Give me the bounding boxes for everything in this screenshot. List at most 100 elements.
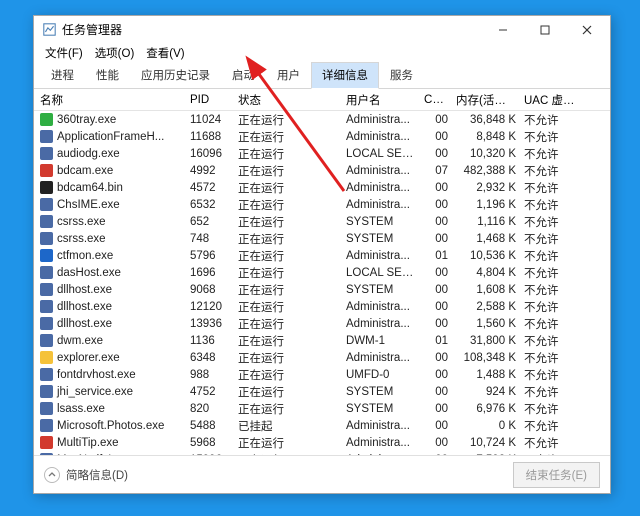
- column-cpu[interactable]: CPU: [422, 94, 454, 106]
- column-name[interactable]: 名称: [38, 92, 188, 108]
- table-row[interactable]: audiodg.exe16096正在运行LOCAL SER...0010,320…: [34, 145, 610, 162]
- menu-options[interactable]: 选项(O): [90, 44, 140, 62]
- process-name: csrss.exe: [57, 216, 106, 228]
- process-status: 正在运行: [236, 248, 344, 264]
- table-row[interactable]: fontdrvhost.exe988正在运行UMFD-0001,488 K不允许: [34, 366, 610, 383]
- process-memory: 0 K: [454, 420, 522, 432]
- chevron-up-icon: [44, 467, 60, 483]
- menubar: 文件(F) 选项(O) 查看(V): [34, 43, 610, 63]
- process-pid: 6532: [188, 199, 236, 211]
- process-pid: 5796: [188, 250, 236, 262]
- process-cpu: 00: [422, 114, 454, 126]
- process-cpu: 07: [422, 165, 454, 177]
- table-row[interactable]: csrss.exe748正在运行SYSTEM001,468 K不允许: [34, 230, 610, 247]
- task-manager-window: 任务管理器 文件(F) 选项(O) 查看(V) 进程 性能 应用历史记录 启动 …: [33, 15, 611, 494]
- process-icon: [40, 385, 53, 398]
- table-row[interactable]: MultiTip.exe5968正在运行Administra...0010,72…: [34, 434, 610, 451]
- table-row[interactable]: ctfmon.exe5796正在运行Administra...0110,536 …: [34, 247, 610, 264]
- table-row[interactable]: lsass.exe820正在运行SYSTEM006,976 K不允许: [34, 400, 610, 417]
- process-pid: 1136: [188, 335, 236, 347]
- table-row[interactable]: dwm.exe1136正在运行DWM-10131,800 K不允许: [34, 332, 610, 349]
- table-row[interactable]: ChsIME.exe6532正在运行Administra...001,196 K…: [34, 196, 610, 213]
- tab-processes[interactable]: 进程: [40, 62, 85, 89]
- process-status: 正在运行: [236, 299, 344, 315]
- menu-file[interactable]: 文件(F): [40, 44, 88, 62]
- process-icon: [40, 368, 53, 381]
- tab-users[interactable]: 用户: [266, 62, 311, 89]
- process-pid: 9068: [188, 284, 236, 296]
- process-icon: [40, 317, 53, 330]
- titlebar[interactable]: 任务管理器: [34, 16, 610, 43]
- table-row[interactable]: ApplicationFrameH...11688正在运行Administra.…: [34, 128, 610, 145]
- process-uac: 不允许: [522, 384, 582, 400]
- menu-view[interactable]: 查看(V): [141, 44, 189, 62]
- process-status: 正在运行: [236, 384, 344, 400]
- process-icon: [40, 436, 53, 449]
- tab-details[interactable]: 详细信息: [311, 62, 379, 89]
- tab-app-history[interactable]: 应用历史记录: [130, 62, 221, 89]
- table-row[interactable]: dllhost.exe12120正在运行Administra...002,588…: [34, 298, 610, 315]
- column-pid[interactable]: PID: [188, 94, 236, 106]
- process-user: Administra...: [344, 250, 422, 262]
- process-memory: 10,320 K: [454, 148, 522, 160]
- process-cpu: 01: [422, 250, 454, 262]
- process-memory: 924 K: [454, 386, 522, 398]
- process-user: SYSTEM: [344, 216, 422, 228]
- process-memory: 2,588 K: [454, 301, 522, 313]
- minimize-button[interactable]: [482, 16, 524, 43]
- table-row[interactable]: explorer.exe6348正在运行Administra...00108,3…: [34, 349, 610, 366]
- process-name: fontdrvhost.exe: [57, 369, 136, 381]
- process-cpu: 00: [422, 352, 454, 364]
- tab-performance[interactable]: 性能: [85, 62, 130, 89]
- process-uac: 不允许: [522, 248, 582, 264]
- table-row[interactable]: jhi_service.exe4752正在运行SYSTEM00924 K不允许: [34, 383, 610, 400]
- table-row[interactable]: bdcam.exe4992正在运行Administra...07482,388 …: [34, 162, 610, 179]
- process-uac: 不允许: [522, 180, 582, 196]
- process-user: SYSTEM: [344, 233, 422, 245]
- end-task-button[interactable]: 结束任务(E): [513, 462, 600, 488]
- table-row[interactable]: 360tray.exe11024正在运行Administra...0036,84…: [34, 111, 610, 128]
- process-memory: 1,608 K: [454, 284, 522, 296]
- process-status: 正在运行: [236, 146, 344, 162]
- table-row[interactable]: Microsoft.Photos.exe5488已挂起Administra...…: [34, 417, 610, 434]
- tab-startup[interactable]: 启动: [221, 62, 266, 89]
- column-mem[interactable]: 内存(活动的...: [454, 92, 522, 108]
- process-status: 正在运行: [236, 197, 344, 213]
- process-memory: 1,116 K: [454, 216, 522, 228]
- process-status: 正在运行: [236, 231, 344, 247]
- process-icon: [40, 249, 53, 262]
- table-row[interactable]: dasHost.exe1696正在运行LOCAL SER...004,804 K…: [34, 264, 610, 281]
- process-status: 正在运行: [236, 367, 344, 383]
- table-row[interactable]: csrss.exe652正在运行SYSTEM001,116 K不允许: [34, 213, 610, 230]
- process-pid: 988: [188, 369, 236, 381]
- process-name: explorer.exe: [57, 352, 120, 364]
- table-row[interactable]: dllhost.exe13936正在运行Administra...001,560…: [34, 315, 610, 332]
- process-user: Administra...: [344, 199, 422, 211]
- column-user[interactable]: 用户名: [344, 92, 422, 108]
- tab-services[interactable]: 服务: [379, 62, 424, 89]
- process-list[interactable]: 360tray.exe11024正在运行Administra...0036,84…: [34, 111, 610, 455]
- process-icon: [40, 164, 53, 177]
- process-pid: 5968: [188, 437, 236, 449]
- process-cpu: 00: [422, 284, 454, 296]
- process-memory: 1,468 K: [454, 233, 522, 245]
- process-icon: [40, 351, 53, 364]
- column-uac[interactable]: UAC 虚拟化: [522, 92, 582, 108]
- process-icon: [40, 181, 53, 194]
- table-row[interactable]: dllhost.exe9068正在运行SYSTEM001,608 K不允许: [34, 281, 610, 298]
- process-icon: [40, 113, 53, 126]
- maximize-button[interactable]: [524, 16, 566, 43]
- process-pid: 13936: [188, 318, 236, 330]
- process-pid: 12120: [188, 301, 236, 313]
- process-uac: 不允许: [522, 129, 582, 145]
- tabstrip: 进程 性能 应用历史记录 启动 用户 详细信息 服务: [34, 63, 610, 89]
- column-status[interactable]: 状态: [236, 92, 344, 108]
- table-row[interactable]: bdcam64.bin4572正在运行Administra...002,932 …: [34, 179, 610, 196]
- close-button[interactable]: [566, 16, 608, 43]
- process-user: Administra...: [344, 318, 422, 330]
- fewer-details[interactable]: 简略信息(D): [44, 467, 128, 483]
- process-name: 360tray.exe: [57, 114, 116, 126]
- process-icon: [40, 266, 53, 279]
- process-uac: 不允许: [522, 350, 582, 366]
- process-icon: [40, 215, 53, 228]
